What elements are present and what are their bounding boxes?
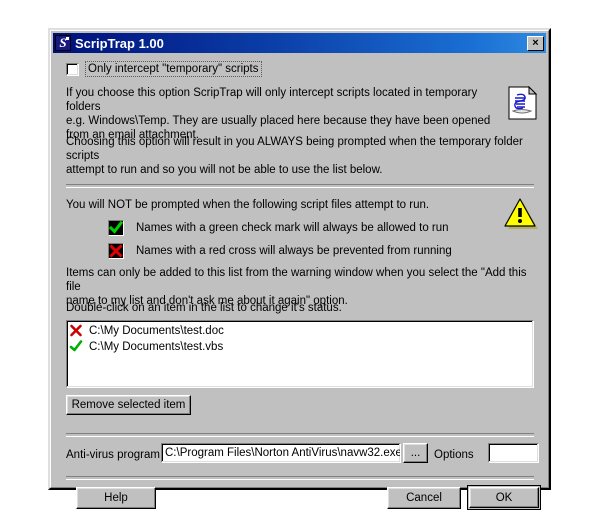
- browse-button-label: ...: [410, 447, 421, 459]
- legend-row-prevented: Names with a red cross will always be pr…: [108, 243, 452, 259]
- list-item[interactable]: C:\My Documents\test.doc: [69, 323, 533, 339]
- temporary-scripts-checkbox[interactable]: [66, 62, 79, 76]
- list-item-path: C:\My Documents\test.vbs: [89, 341, 224, 353]
- legend-label-prevented: Names with a red cross will always be pr…: [136, 245, 452, 257]
- separator-middle: [66, 433, 534, 437]
- help-button[interactable]: Help: [76, 487, 156, 509]
- paragraph-always-prompted: Choosing this option will result in you …: [66, 136, 523, 176]
- cancel-button[interactable]: Cancel: [387, 487, 461, 509]
- paragraph-not-prompted: You will NOT be prompted when the follow…: [66, 199, 430, 211]
- antivirus-label: Anti-virus program: [66, 449, 160, 461]
- legend-label-allowed: Names with a green check mark will alway…: [136, 222, 449, 234]
- green-check-icon: [108, 220, 124, 236]
- browse-button[interactable]: ...: [403, 443, 428, 463]
- antivirus-path-input[interactable]: C:\Program Files\Norton AntiVirus\navw32…: [161, 443, 401, 463]
- green-check-icon: [69, 340, 85, 354]
- title-bar: S ScripTrap 1.00 ×: [53, 33, 546, 53]
- red-cross-icon: [69, 324, 85, 338]
- options-label: Options: [434, 449, 474, 461]
- script-file-listbox[interactable]: C:\My Documents\test.doc C:\My Documents…: [66, 320, 534, 388]
- separator-top: [66, 184, 534, 188]
- legend-row-allowed: Names with a green check mark will alway…: [108, 220, 449, 236]
- temporary-scripts-checkbox-label: Only intercept "temporary" scripts: [85, 61, 262, 77]
- script-document-icon: [508, 85, 538, 120]
- warning-triangle-icon: [504, 198, 538, 229]
- scriptrap-dialog: S ScripTrap 1.00 × Only intercept "tempo…: [48, 28, 551, 510]
- paragraph-double-click: Double-click on an item in the list to c…: [66, 302, 342, 314]
- window-title: ScripTrap 1.00: [75, 35, 164, 51]
- separator-bottom: [66, 476, 534, 480]
- remove-selected-item-button[interactable]: Remove selected item: [66, 395, 191, 415]
- close-icon: ×: [532, 36, 539, 49]
- ok-button[interactable]: OK: [467, 485, 541, 510]
- temporary-scripts-checkbox-row[interactable]: Only intercept "temporary" scripts: [66, 61, 262, 77]
- remove-selected-item-label: Remove selected item: [71, 399, 186, 411]
- screen: S ScripTrap 1.00 × Only intercept "tempo…: [0, 0, 600, 520]
- cancel-button-label: Cancel: [406, 492, 442, 504]
- ok-button-label: OK: [495, 491, 513, 504]
- scroll-s-icon: S: [55, 35, 71, 51]
- options-input[interactable]: [488, 443, 539, 463]
- paragraph-temporary-explanation: If you choose this option ScripTrap will…: [66, 87, 491, 141]
- close-button[interactable]: ×: [527, 35, 544, 51]
- ok-button-inner: OK: [469, 487, 539, 508]
- dialog-body: Only intercept "temporary" scripts If yo…: [53, 55, 546, 510]
- list-item[interactable]: C:\My Documents\test.vbs: [69, 339, 533, 355]
- help-button-label: Help: [104, 492, 128, 504]
- list-item-path: C:\My Documents\test.doc: [89, 325, 224, 337]
- red-cross-icon: [108, 243, 124, 259]
